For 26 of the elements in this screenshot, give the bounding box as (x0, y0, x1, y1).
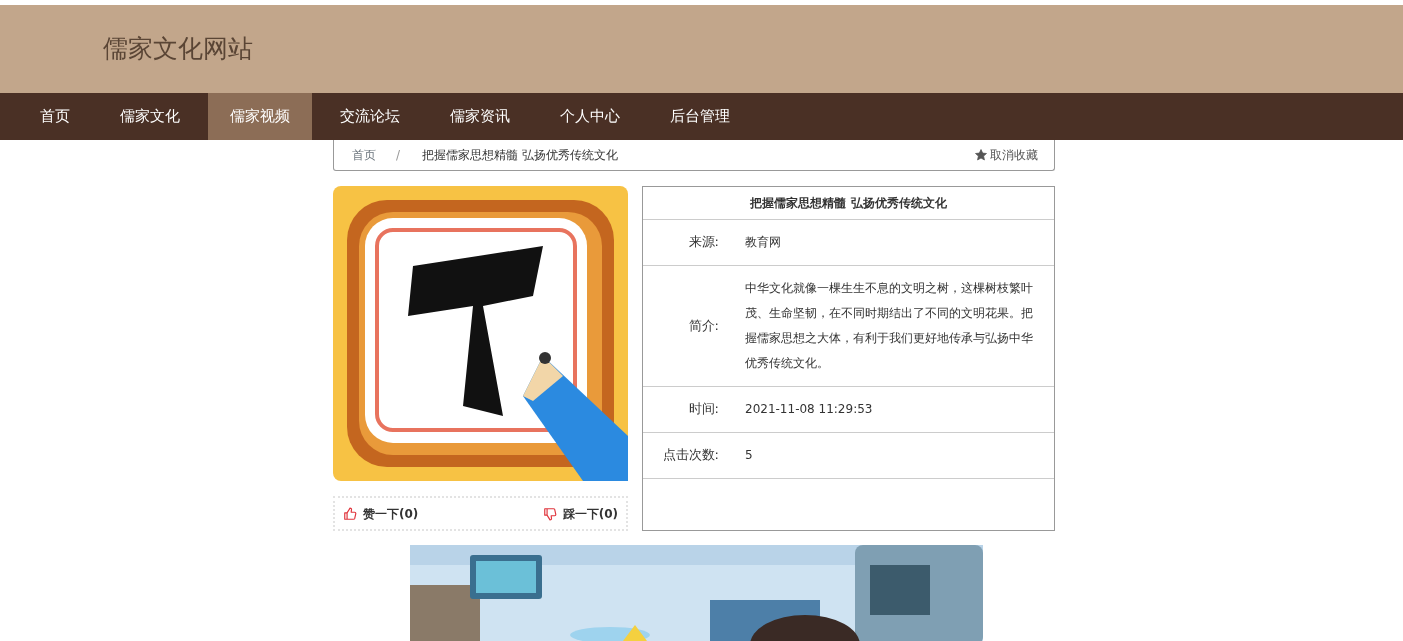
dislike-button[interactable]: 踩一下(0) (542, 504, 618, 523)
field-value: 5 (731, 432, 1054, 478)
site-title: 儒家文化网站 (103, 33, 253, 66)
star-icon (975, 149, 987, 161)
nav-tab[interactable]: 儒家文化 (98, 93, 202, 140)
field-value: 2021-11-08 11:29:53 (731, 386, 1054, 432)
favorite-link[interactable]: 取消收藏 (975, 146, 1038, 164)
detail-title: 把握儒家思想精髓 弘扬优秀传统文化 (643, 187, 1054, 219)
nav-tab[interactable]: 个人中心 (538, 93, 642, 140)
thumbs-up-icon (343, 506, 357, 521)
nav-tab[interactable]: 儒家资讯 (428, 93, 532, 140)
nav-tab[interactable]: 后台管理 (648, 93, 752, 140)
field-label: 点击次数: (643, 432, 731, 478)
thumbs-down-icon (542, 506, 557, 521)
nav-tab[interactable]: 首页 (18, 93, 92, 140)
breadcrumb-link[interactable]: 首页 (352, 146, 376, 164)
nav-tab[interactable]: 儒家视频 (208, 93, 312, 140)
breadcrumb-separator: / (396, 147, 401, 164)
field-label: 时间: (643, 386, 731, 432)
field-label: 来源: (643, 219, 731, 265)
field-value: 中华文化就像一棵生生不息的文明之树，这棵树枝繁叶茂、生命坚韧，在不同时期结出了不同的文明花果。把握儒家思想之大体，有利于我们更好地传承与弘扬中华优秀传统文化。 (731, 265, 1054, 386)
field-label: 简介: (643, 265, 731, 386)
like-button[interactable]: 赞一下(0) (343, 504, 419, 523)
nav-tab[interactable]: 交流论坛 (318, 93, 422, 140)
breadcrumb-current: 把握儒家思想精髓 弘扬优秀传统文化 (422, 147, 618, 164)
field-value: 教育网 (731, 219, 1054, 265)
